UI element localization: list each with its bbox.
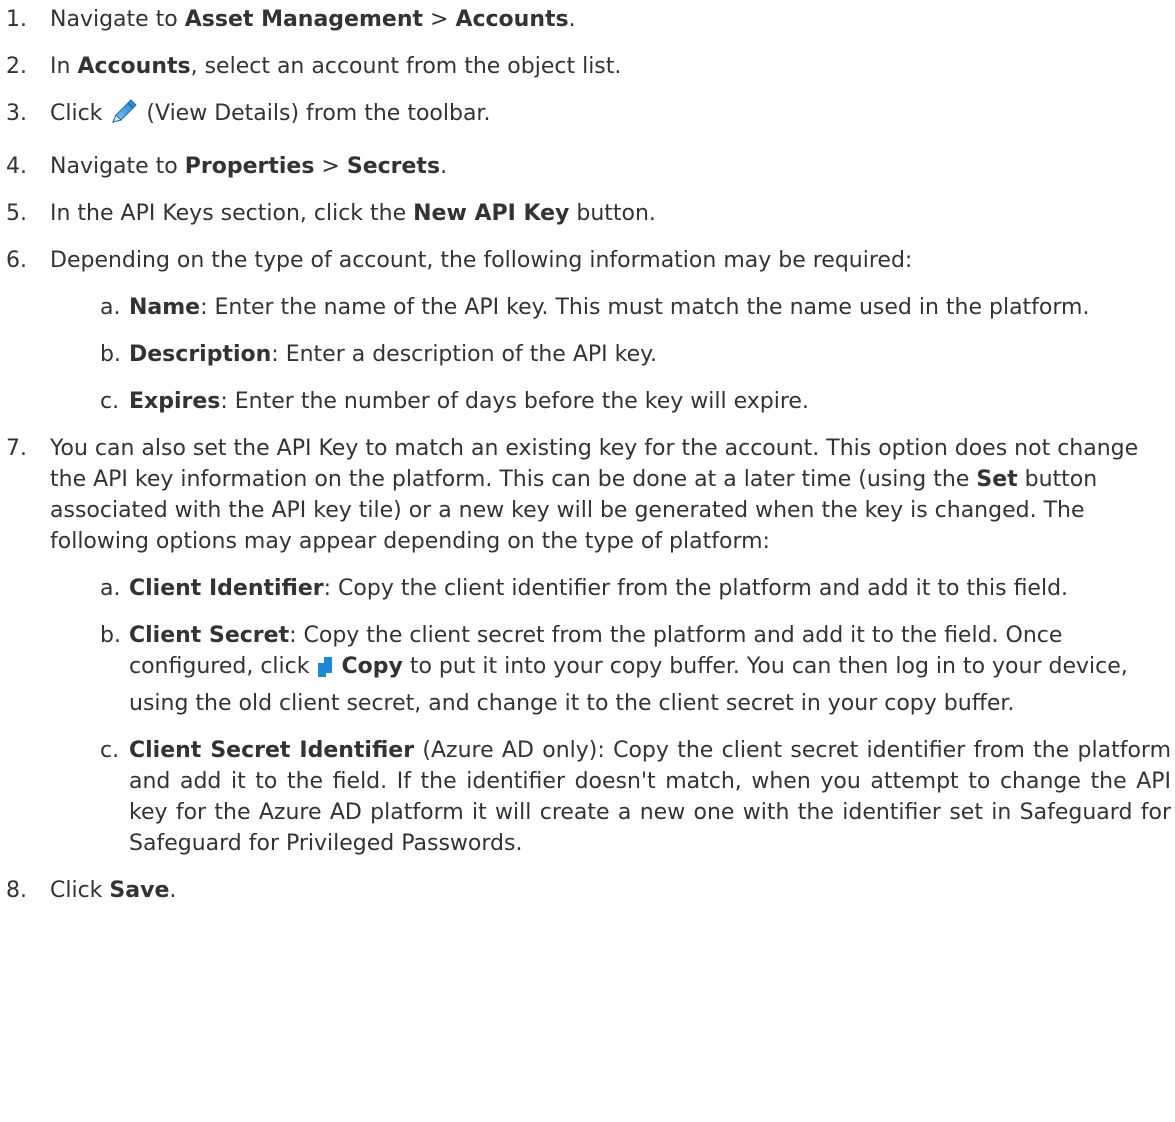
step-number: 1.: [6, 7, 27, 32]
substep-6b: b. Description: Enter a description of t…: [100, 339, 1167, 370]
ui-label-properties: Properties: [184, 154, 315, 179]
punctuation: .: [169, 878, 177, 903]
substep-letter: b.: [100, 623, 121, 648]
punctuation: .: [568, 7, 576, 32]
separator: >: [423, 7, 456, 32]
step-number: 8.: [6, 878, 27, 903]
substep-text: : Enter the number of days before the ke…: [220, 389, 809, 414]
step-5: 5. In the API Keys section, click the Ne…: [0, 198, 1175, 229]
step-text: Navigate to: [50, 154, 185, 179]
step-number: 4.: [6, 154, 27, 179]
step-text: Click: [50, 101, 110, 126]
copy-button-label: Copy: [341, 654, 403, 679]
ui-label-new-api-key: New API Key: [413, 201, 570, 226]
ui-label-accounts: Accounts: [77, 54, 191, 79]
step-text: Depending on the type of account, the fo…: [50, 248, 913, 273]
ui-label-set: Set: [976, 467, 1018, 492]
step-text: In: [50, 54, 78, 79]
step-3: 3. Click (View Details) from the toolbar…: [0, 98, 1175, 135]
step-text: button.: [569, 201, 656, 226]
step-7: 7. You can also set the API Key to match…: [0, 433, 1175, 859]
step-number: 5.: [6, 201, 27, 226]
field-name-label: Name: [129, 295, 201, 320]
separator: >: [314, 154, 347, 179]
step-1: 1. Navigate to Asset Management > Accoun…: [0, 4, 1175, 35]
field-client-secret-label: Client Secret: [129, 623, 290, 648]
step-4: 4. Navigate to Properties > Secrets.: [0, 151, 1175, 182]
ui-label-secrets: Secrets: [346, 154, 441, 179]
substep-7c: c. Client Secret Identifier (Azure AD on…: [100, 735, 1171, 859]
ui-label-accounts: Accounts: [455, 7, 569, 32]
substep-7a: a. Client Identifier: Copy the client id…: [100, 573, 1171, 604]
pencil-icon: [109, 99, 139, 135]
substep-letter: c.: [100, 738, 120, 763]
ui-label-asset-management: Asset Management: [184, 7, 424, 32]
substep-text: : Enter a description of the API key.: [271, 342, 657, 367]
step-number: 3.: [6, 101, 27, 126]
punctuation: .: [440, 154, 448, 179]
substep-text: : Copy the client identifier from the pl…: [323, 576, 1069, 601]
step-8: 8. Click Save.: [0, 875, 1175, 906]
field-client-secret-identifier-label: Client Secret Identifier: [129, 738, 415, 763]
field-expires-label: Expires: [129, 389, 221, 414]
field-description-label: Description: [129, 342, 272, 367]
step-text: Navigate to: [50, 7, 185, 32]
step-text: Click: [50, 878, 110, 903]
step-number: 6.: [6, 248, 27, 273]
substep-6a: a. Name: Enter the name of the API key. …: [100, 292, 1159, 323]
step-6: 6. Depending on the type of account, the…: [0, 245, 1175, 417]
substep-6c: c. Expires: Enter the number of days bef…: [100, 386, 1167, 417]
procedure-document: 1. Navigate to Asset Management > Accoun…: [0, 0, 1175, 906]
substep-letter: a.: [100, 576, 121, 601]
step-text: You can also set the API Key to match an…: [50, 436, 1139, 492]
copy-icon: [316, 657, 334, 688]
field-client-identifier-label: Client Identifier: [129, 576, 324, 601]
substep-7b: b. Client Secret: Copy the client secret…: [100, 620, 1171, 719]
ui-label-save: Save: [109, 878, 170, 903]
step-text: In the API Keys section, click the: [50, 201, 414, 226]
substep-text: : Enter the name of the API key. This mu…: [200, 295, 1090, 320]
step-number: 2.: [6, 54, 27, 79]
substep-letter: a.: [100, 295, 121, 320]
step-text: (View Details) from the toolbar.: [139, 101, 491, 126]
substep-letter: b.: [100, 342, 121, 367]
substep-letter: c.: [100, 389, 120, 414]
step-2: 2. In Accounts, select an account from t…: [0, 51, 1175, 82]
step-number: 7.: [6, 436, 27, 461]
step-text: , select an account from the object list…: [190, 54, 622, 79]
